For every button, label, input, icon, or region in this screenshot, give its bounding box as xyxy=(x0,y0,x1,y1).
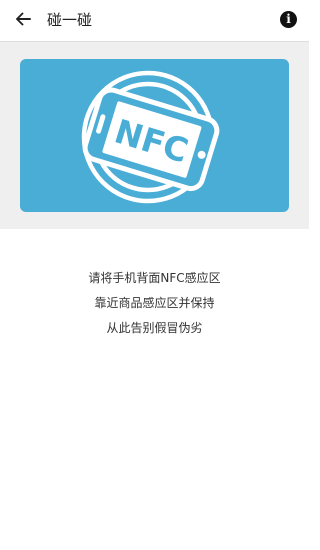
info-button[interactable]: i xyxy=(280,11,297,28)
back-button[interactable] xyxy=(10,8,36,34)
nfc-illustration: NFC xyxy=(20,59,289,212)
instruction-line-3: 从此告别假冒伪劣 xyxy=(106,321,203,335)
nfc-phone-icon: NFC xyxy=(81,70,220,204)
instruction-text: 请将手机背面NFC感应区 靠近商品感应区并保持 从此告别假冒伪劣 xyxy=(0,266,309,341)
instruction-line-1: 请将手机背面NFC感应区 xyxy=(88,271,221,285)
instruction-line-2: 靠近商品感应区并保持 xyxy=(94,296,215,310)
info-icon: i xyxy=(286,12,291,26)
page-title: 碰一碰 xyxy=(47,11,93,29)
app-screen: 碰一碰 i NFC 请将手机背面NFC感应区 靠近商品感应区并保持 从此告别假冒… xyxy=(0,0,309,550)
top-app-bar: 碰一碰 i xyxy=(0,0,309,42)
banner-area: NFC xyxy=(0,42,309,229)
arrow-left-icon xyxy=(14,10,32,32)
